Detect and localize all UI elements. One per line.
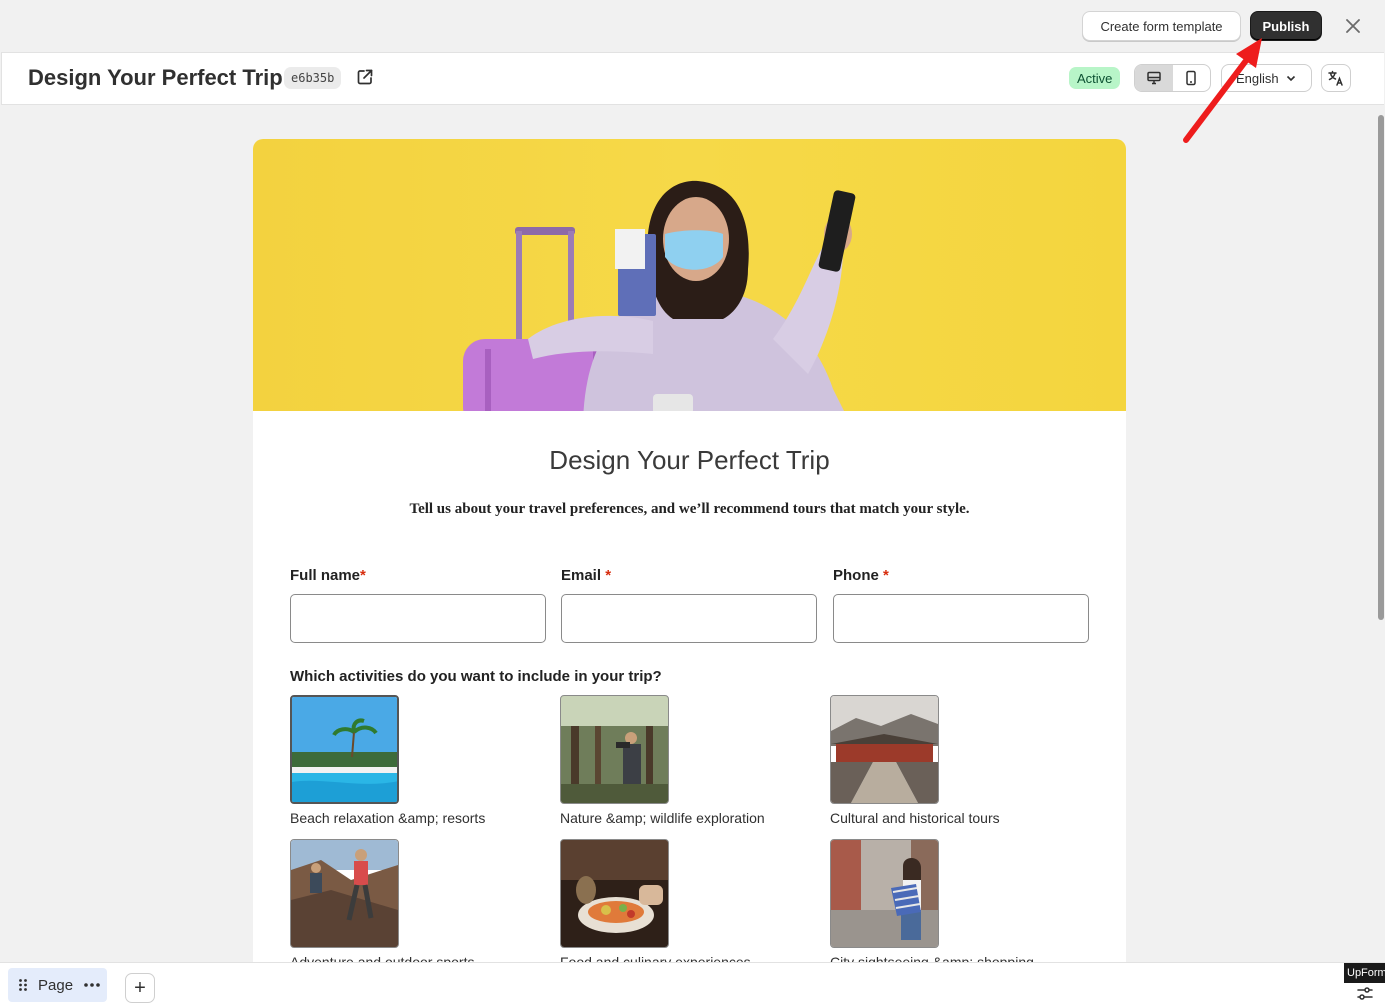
editor-header: Design Your Perfect Trip e6b35b Active E…	[1, 52, 1384, 105]
form-canvas: Design Your Perfect Trip Tell us about y…	[1, 105, 1377, 962]
scrollbar-thumb[interactable]	[1378, 115, 1384, 620]
phone-label-text: Phone	[833, 567, 879, 584]
choice-label: Nature &amp; wildlife exploration	[560, 810, 765, 826]
form-id-badge: e6b35b	[284, 67, 342, 89]
banner-image	[253, 139, 1126, 429]
choice-label: City sightseeing &amp; shopping	[830, 954, 1034, 962]
device-view-toggle	[1134, 64, 1211, 92]
add-page-button[interactable]: +	[125, 973, 155, 1003]
choice-label: Cultural and historical tours	[830, 810, 1000, 826]
choice-cultural[interactable]: Cultural and historical tours	[830, 695, 1090, 826]
drag-handle-icon[interactable]	[18, 978, 28, 992]
language-value: English	[1236, 70, 1279, 86]
beach-resort-image[interactable]	[290, 695, 399, 804]
choice-label: Food and culinary experiences	[560, 954, 751, 962]
publish-button[interactable]: Publish	[1250, 11, 1322, 41]
email-label-text: Email	[561, 567, 602, 584]
full-name-input[interactable]	[290, 594, 546, 643]
choice-city[interactable]: City sightseeing &amp; shopping	[830, 839, 1090, 962]
full-name-label-text: Full name	[290, 567, 361, 584]
chevron-down-icon	[1286, 75, 1295, 82]
language-select[interactable]: English	[1221, 64, 1312, 92]
forest-hiker-image[interactable]	[560, 695, 669, 804]
more-options-icon[interactable]	[83, 982, 101, 988]
temple-image[interactable]	[830, 695, 939, 804]
activities-question: Which activities do you want to include …	[290, 668, 662, 685]
choice-nature[interactable]: Nature &amp; wildlife exploration	[560, 695, 820, 826]
form-title: Design Your Perfect Trip	[549, 445, 830, 475]
page-title: Design Your Perfect Trip	[28, 65, 283, 90]
upform-tag: UpForm	[1344, 963, 1385, 983]
close-icon[interactable]	[1340, 13, 1366, 39]
shopping-street-image[interactable]	[830, 839, 939, 948]
phone-label: Phone *	[833, 567, 889, 584]
choice-label: Adventure and outdoor sports	[290, 954, 475, 962]
top-bar: Create form template Publish	[0, 0, 1385, 52]
choice-food[interactable]: Food and culinary experiences	[560, 839, 820, 962]
email-input[interactable]	[561, 594, 817, 643]
climbers-image[interactable]	[290, 839, 399, 948]
external-link-icon[interactable]	[356, 68, 374, 86]
email-label: Email *	[561, 567, 611, 584]
form-subtitle: Tell us about your travel preferences, a…	[409, 501, 970, 517]
desktop-view-icon[interactable]	[1135, 65, 1173, 91]
settings-sliders-icon[interactable]	[1350, 983, 1380, 1005]
vertical-scrollbar[interactable]	[1377, 105, 1385, 962]
choice-beach[interactable]: Beach relaxation &amp; resorts	[290, 695, 550, 826]
phone-input[interactable]	[833, 594, 1089, 643]
create-form-template-button[interactable]: Create form template	[1082, 11, 1241, 41]
status-badge: Active	[1069, 67, 1121, 89]
page-tab[interactable]: Page	[8, 968, 107, 1002]
page-tab-label: Page	[38, 976, 74, 994]
bottom-bar: Page + UpForm	[0, 962, 1385, 1008]
full-name-label: Full name*	[290, 567, 366, 584]
dinner-table-image[interactable]	[560, 839, 669, 948]
required-marker: *	[605, 567, 612, 584]
mobile-view-icon[interactable]	[1173, 65, 1211, 91]
choice-adventure[interactable]: Adventure and outdoor sports	[290, 839, 550, 962]
required-marker: *	[360, 567, 366, 584]
choice-label: Beach relaxation &amp; resorts	[290, 810, 486, 826]
translate-icon[interactable]	[1321, 64, 1351, 92]
form-card: Design Your Perfect Trip Tell us about y…	[253, 139, 1126, 962]
required-marker: *	[883, 567, 889, 584]
